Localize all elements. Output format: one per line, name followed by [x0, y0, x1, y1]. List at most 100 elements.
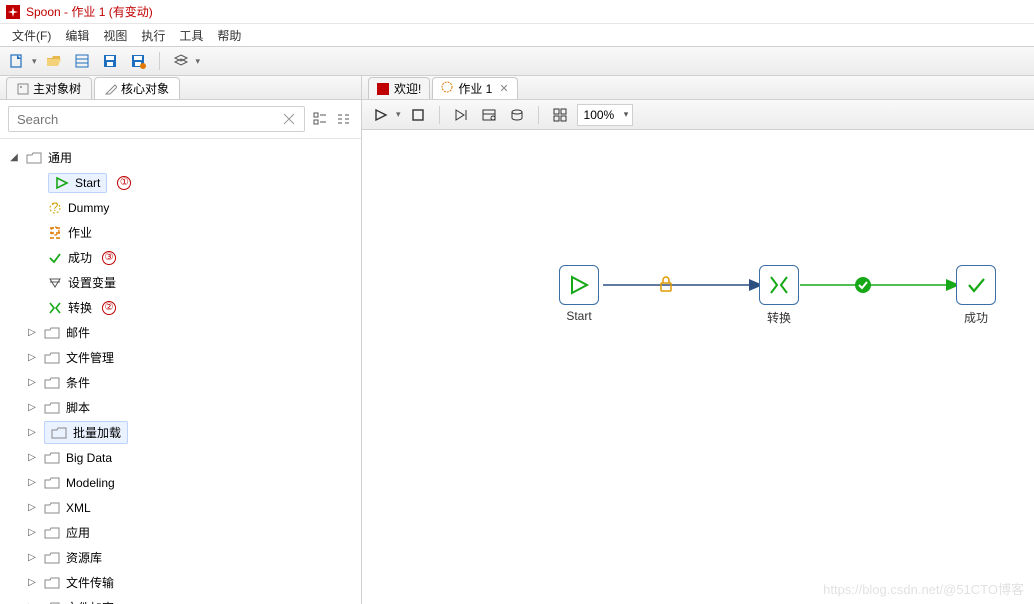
right-panel: 欢迎! 作业 1 ✕ ▾ 100% ▾: [362, 76, 1034, 604]
dummy-icon: ?: [48, 201, 62, 215]
explore-button[interactable]: [71, 50, 93, 72]
menu-run[interactable]: 执行: [135, 25, 171, 46]
variable-icon: [48, 276, 62, 290]
menu-view[interactable]: 视图: [97, 25, 133, 46]
hop-start-transform[interactable]: [599, 276, 772, 294]
tree-folder[interactable]: ▷邮件: [4, 320, 357, 345]
tree-folder-label: 文件加密: [66, 599, 114, 604]
stop-button[interactable]: [407, 104, 429, 126]
folder-icon: [44, 376, 60, 390]
tree-item-job[interactable]: 作业: [4, 220, 357, 245]
new-dropdown[interactable]: ▾: [32, 56, 37, 67]
search-box[interactable]: [8, 106, 305, 132]
annotation-badge: ①: [117, 176, 131, 190]
menu-bar: 文件(F) 编辑 视图 执行 工具 帮助: [0, 24, 1034, 46]
expand-icon[interactable]: ▷: [26, 327, 38, 338]
menu-file[interactable]: 文件(F): [6, 25, 57, 46]
canvas[interactable]: Start 转换 成功 https://blog.csdn.net/@51CTO…: [362, 130, 1034, 604]
expand-icon[interactable]: ▷: [26, 502, 38, 513]
tree-item-set-variable[interactable]: 设置变量: [4, 270, 357, 295]
save-as-button[interactable]: [127, 50, 149, 72]
search-input[interactable]: [15, 111, 280, 128]
node-transform-label: 转换: [767, 309, 791, 326]
tree-item-label: Dummy: [68, 201, 109, 215]
close-icon[interactable]: ✕: [499, 82, 508, 95]
tab-main-tree[interactable]: 主对象树: [6, 77, 92, 99]
menu-help[interactable]: 帮助: [211, 25, 247, 46]
tree-item-success[interactable]: 成功 ③: [4, 245, 357, 270]
tree-item-start[interactable]: Start ①: [4, 170, 357, 195]
tree-folder[interactable]: ▷应用: [4, 520, 357, 545]
tree-folder-label: Big Data: [66, 451, 112, 465]
tree-folder-label: Modeling: [66, 476, 115, 490]
tree-folder[interactable]: ▷ Modeling: [4, 470, 357, 495]
tree-item-dummy[interactable]: ? Dummy: [4, 195, 357, 220]
expand-icon[interactable]: ▷: [26, 377, 38, 388]
expand-icon[interactable]: ▷: [26, 552, 38, 563]
clear-search-icon[interactable]: [280, 110, 298, 128]
preview-button[interactable]: [478, 104, 500, 126]
expand-icon[interactable]: ▷: [26, 477, 38, 488]
save-button[interactable]: [99, 50, 121, 72]
tab-welcome-label: 欢迎!: [394, 80, 421, 97]
expand-icon[interactable]: ▷: [26, 527, 38, 538]
tree-folder[interactable]: ▷ 文件管理: [4, 345, 357, 370]
svg-text:?: ?: [52, 201, 59, 214]
expand-icon[interactable]: ▷: [26, 577, 38, 588]
tab-job[interactable]: 作业 1 ✕: [432, 77, 517, 99]
tree-folder-general[interactable]: ◢ 通用: [4, 145, 357, 170]
layout-button[interactable]: [549, 104, 571, 126]
expand-icon[interactable]: ▷: [26, 452, 38, 463]
expand-icon[interactable]: ▷: [26, 402, 38, 413]
tree-folder[interactable]: ▷文件加密: [4, 595, 357, 604]
tree-folder-label: 文件管理: [66, 349, 114, 366]
tree-folder[interactable]: ▷文件传输: [4, 570, 357, 595]
tree-folder[interactable]: ▷ 批量加载: [4, 420, 357, 445]
chevron-down-icon: ▾: [624, 109, 629, 120]
expand-icon[interactable]: ▷: [26, 427, 38, 438]
collapse-icon[interactable]: ◢: [8, 152, 20, 163]
tree-item-label: Start: [75, 176, 100, 190]
new-button[interactable]: [6, 50, 28, 72]
zoom-select[interactable]: 100% ▾: [577, 104, 634, 126]
menu-tools[interactable]: 工具: [173, 25, 209, 46]
expand-icon[interactable]: ▷: [26, 352, 38, 363]
node-transform[interactable]: 转换: [759, 265, 799, 326]
expand-all-icon[interactable]: [311, 110, 329, 128]
transform-icon: [768, 274, 790, 296]
menu-edit[interactable]: 编辑: [59, 25, 95, 46]
tree-folder-label: 条件: [66, 374, 90, 391]
perspective-dropdown[interactable]: ▾: [196, 56, 201, 67]
node-success-label: 成功: [964, 309, 988, 326]
tree-item-transform[interactable]: 转换 ②: [4, 295, 357, 320]
collapse-all-icon[interactable]: [335, 110, 353, 128]
folder-icon: [44, 526, 60, 540]
node-success[interactable]: 成功: [956, 265, 996, 326]
tab-core-objects[interactable]: 核心对象: [94, 77, 180, 99]
check-icon: [965, 274, 987, 296]
run-button[interactable]: [370, 104, 392, 126]
tree-folder-general-label: 通用: [48, 149, 72, 166]
hop-transform-success[interactable]: [796, 276, 969, 294]
folder-icon: [44, 476, 60, 490]
node-start[interactable]: Start: [559, 265, 599, 323]
open-button[interactable]: [43, 50, 65, 72]
tab-welcome[interactable]: 欢迎!: [368, 77, 430, 99]
run-dropdown[interactable]: ▾: [396, 109, 401, 120]
replay-button[interactable]: [450, 104, 472, 126]
play-icon: [568, 274, 590, 296]
zoom-value: 100%: [584, 108, 615, 122]
tree-folder[interactable]: ▷ 条件: [4, 370, 357, 395]
lock-icon[interactable]: [658, 275, 674, 296]
check-circle-icon[interactable]: [854, 276, 872, 297]
perspective-button[interactable]: [170, 50, 192, 72]
sql-button[interactable]: [506, 104, 528, 126]
tree-folder[interactable]: ▷脚本: [4, 395, 357, 420]
side-tabs: 主对象树 核心对象: [0, 76, 361, 100]
tree-folder[interactable]: ▷XML: [4, 495, 357, 520]
tree-folder[interactable]: ▷ Big Data: [4, 445, 357, 470]
tree-folder[interactable]: ▷ 资源库: [4, 545, 357, 570]
tree-folder-label: 批量加载: [73, 424, 121, 441]
tree-folder-label: 资源库: [66, 549, 102, 566]
folder-icon: [44, 351, 60, 365]
